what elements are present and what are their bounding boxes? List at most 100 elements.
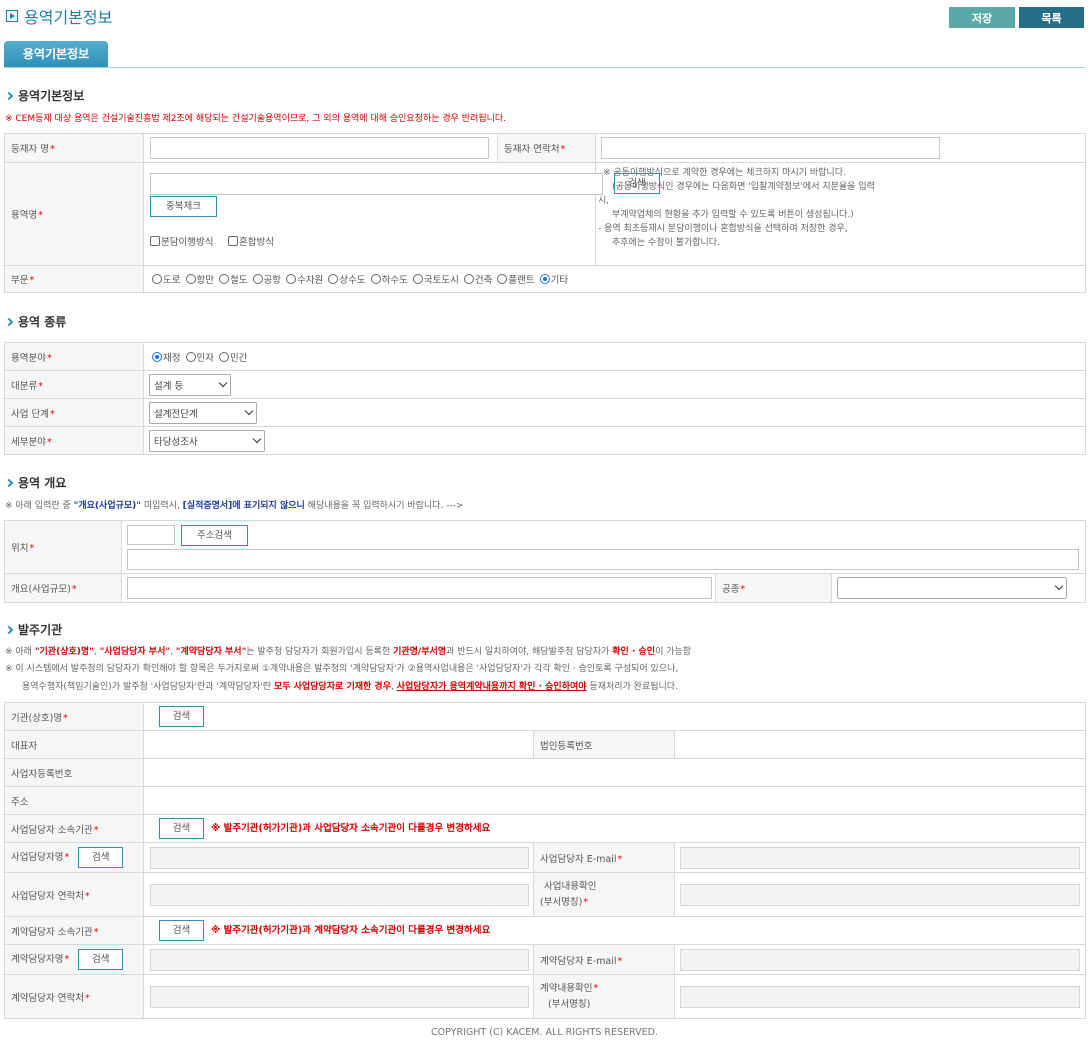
service-name-label: 용역명* [4, 162, 144, 266]
registrant-name-label: 등재자 명* [4, 133, 144, 163]
work-type-label: 공종* [715, 573, 832, 603]
biz-name-search-button[interactable]: 검색 [78, 847, 124, 868]
tab-basic-info[interactable]: 용역기본정보 [4, 41, 108, 68]
client-table: 기관(상호)명* 검색 대표자 법인등록번호 사업자등록번호 주소 사업담당자 … [4, 702, 1087, 1019]
biz-name-input[interactable] [150, 846, 529, 869]
basic-info-table: 등재자 명* 등재자 연락처* 용역명* 검색 중복체크 분담이행방식 혼합방식… [4, 133, 1086, 293]
con-name-search-button[interactable]: 검색 [78, 949, 124, 970]
sector-option[interactable]: 공항 [252, 274, 281, 286]
biz-org-label: 사업담당자 소속기관* [4, 814, 144, 843]
service-type-table: 용역분야* 재정 민자 민간 대분류* 설계 등 사업 단계* 설계전단계 세부… [4, 342, 1086, 455]
con-org-search-button[interactable]: 검색 [159, 920, 204, 941]
field-option[interactable]: 민자 [185, 351, 214, 364]
corp-no-value [673, 730, 1087, 759]
major-category-label: 대분류* [4, 370, 144, 399]
section-title-overview: 용역 개요 [4, 474, 66, 491]
business-stage-select[interactable]: 설계전단계 [149, 401, 257, 424]
sub-field-select[interactable]: 타당성조사 [149, 429, 265, 452]
sector-label: 부문* [4, 265, 144, 293]
section-title-client: 발주기관 [4, 621, 62, 638]
sector-option[interactable]: 도로 [152, 274, 180, 286]
major-category-select[interactable]: 설계 등 [149, 373, 231, 396]
con-confirm-label: 계약내용확인* (부서명칭) [533, 974, 675, 1019]
tab-underline [4, 67, 1085, 68]
field-option[interactable]: 민간 [219, 351, 248, 364]
field-option-selected[interactable]: 재정 [152, 351, 180, 364]
sector-radio-group: 도로 항만 철도 공항 수자원 상수도 하수도 국토도시 건축 플랜트 기타 [143, 265, 1086, 293]
business-stage-label: 사업 단계* [4, 398, 144, 427]
sector-option[interactable]: 항만 [185, 274, 214, 286]
chevron-right-icon [4, 625, 14, 634]
split-method-option[interactable]: 분담이행방식 [150, 234, 213, 248]
biz-org-warning: ※ 발주기관(허가기관)과 사업담당자 소속기관이 다를경우 변경하세요 [211, 823, 491, 834]
arrow-box-icon [6, 10, 18, 22]
address-value [142, 786, 1087, 815]
sector-option[interactable]: 국토도시 [412, 274, 459, 286]
biz-confirm-input[interactable] [680, 883, 1080, 906]
ceo-label: 대표자 [4, 730, 144, 759]
address-search-button[interactable]: 주소검색 [181, 525, 248, 546]
scale-label: 개요(사업규모)* [4, 573, 122, 603]
org-search-button[interactable]: 검색 [159, 706, 204, 727]
overview-table: 위치* 주소검색 개요(사업규모)* 공종* [4, 520, 1087, 603]
biz-confirm-label: 사업내용확인 (부서명칭)* [533, 872, 675, 917]
address-input[interactable] [127, 549, 1079, 570]
con-name-label: 계약담당자명* 검색 [4, 944, 144, 975]
ceo-value [143, 730, 534, 759]
service-name-input[interactable] [150, 173, 603, 195]
client-notice-1: ※ 아래 "기관(상호)명", "사업담당자 부서", "계약담당자 부서"는 … [5, 647, 692, 657]
sector-option-selected[interactable]: 기타 [539, 274, 568, 286]
registrant-name-input[interactable] [150, 137, 489, 159]
list-button[interactable]: 목록 [1019, 7, 1084, 28]
section-title-type-text: 용역 종류 [18, 315, 67, 329]
con-org-label: 계약담당자 소속기관* [4, 916, 144, 945]
mixed-method-option[interactable]: 혼합방식 [228, 234, 274, 248]
biz-contact-input[interactable] [150, 883, 529, 906]
page-title-text: 용역기본정보 [24, 8, 113, 27]
sector-option[interactable]: 상수도 [328, 274, 366, 286]
org-name-label: 기관(상호)명* [4, 702, 144, 731]
field-radio-group: 재정 민자 민간 [143, 342, 1086, 371]
overview-notice: ※ 아래 입력란 중 "개요(사업규모)" 미입력시, [실적증명서]에 표기되… [5, 501, 464, 511]
chevron-right-icon [4, 317, 14, 326]
sub-field-label: 세부분야* [4, 426, 144, 455]
chevron-down-icon [252, 434, 262, 443]
sector-option[interactable]: 철도 [219, 274, 248, 286]
section-title-basic: 용역기본정보 [4, 87, 84, 104]
biz-org-search-button[interactable]: 검색 [159, 818, 204, 839]
mixed-method-checkbox[interactable] [228, 236, 238, 246]
chevron-down-icon [218, 378, 228, 387]
biz-contact-label: 사업담당자 연락처* [4, 872, 144, 917]
biz-no-value [142, 758, 1087, 787]
con-contact-input[interactable] [150, 985, 529, 1008]
sector-option[interactable]: 하수도 [370, 274, 408, 286]
biz-email-input[interactable] [680, 846, 1080, 869]
split-method-checkbox[interactable] [150, 236, 160, 246]
save-button[interactable]: 저장 [949, 7, 1015, 28]
sector-option[interactable]: 건축 [463, 274, 492, 286]
corp-no-label: 법인등록번호 [533, 730, 675, 759]
registrant-contact-label: 등재자 연락처* [497, 133, 596, 163]
page-title: 용역기본정보 [6, 4, 112, 28]
chevron-down-icon [1054, 581, 1064, 591]
sector-option[interactable]: 플랜트 [497, 274, 535, 286]
con-contact-label: 계약담당자 연락처* [4, 974, 144, 1019]
con-name-input[interactable] [150, 948, 529, 971]
dup-check-button[interactable]: 중복체크 [150, 196, 217, 217]
con-confirm-input[interactable] [680, 985, 1080, 1008]
con-email-input[interactable] [680, 948, 1080, 971]
chevron-right-icon [4, 91, 14, 100]
registrant-contact-input[interactable] [601, 137, 940, 159]
basic-notice: ※ CEM등재 대상 용역은 건설기술진흥법 제2조에 해당되는 건설기술용역이… [5, 114, 507, 124]
sector-option[interactable]: 수자원 [286, 274, 323, 286]
biz-name-label: 사업담당자명* 검색 [4, 842, 144, 873]
biz-no-label: 사업자등록번호 [4, 758, 144, 787]
location-label: 위치* [4, 520, 122, 574]
address-label: 주소 [4, 786, 144, 815]
work-type-select[interactable] [837, 577, 1067, 599]
scale-input[interactable] [127, 577, 712, 599]
client-notice-3: 용역수행자(책임기술인)가 발주청 '사업담당자'란과 '계약담당자'란 모두 … [22, 682, 678, 692]
section-title-type: 용역 종류 [4, 313, 67, 330]
zipcode-input[interactable] [127, 525, 175, 545]
top-bar: 용역기본정보 저장 목록 [0, 0, 1089, 32]
